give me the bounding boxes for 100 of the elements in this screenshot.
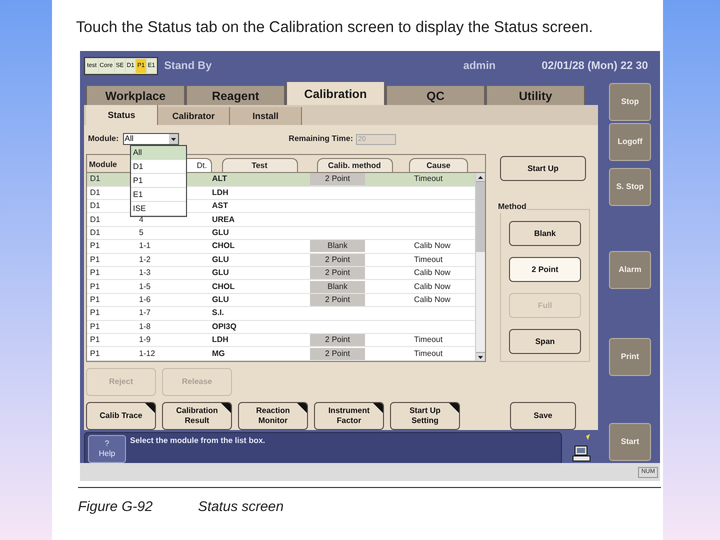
corner-triangle-icon	[145, 403, 155, 414]
table-cell: Timeout	[414, 173, 443, 186]
function-button[interactable]: Save	[510, 402, 576, 430]
date-time: 02/01/28 (Mon) 22 30	[542, 59, 648, 74]
sub-tab[interactable]: Status	[86, 105, 158, 126]
sub-tab[interactable]: Install	[230, 107, 302, 126]
table-row[interactable]: P1 1-3 GLU 2 Point Calib Now	[87, 266, 475, 280]
figure-title: Status screen	[198, 497, 284, 516]
corner-triangle-icon	[221, 403, 231, 414]
method-label: Method	[497, 201, 528, 214]
table-row[interactable]: P1 1-1 CHOL Blank Calib Now	[87, 240, 475, 254]
table-cell: D1	[90, 200, 100, 212]
table-cell: P1	[90, 280, 100, 293]
table-cell: 2 Point	[310, 334, 365, 346]
dropdown-option[interactable]: ISE	[131, 202, 186, 216]
table-row[interactable]: P1 1-9 LDH 2 Point Timeout	[87, 334, 475, 348]
scroll-thumb[interactable]	[476, 182, 485, 252]
table-cell: LDH	[212, 186, 228, 199]
column-header[interactable]: Cause	[409, 158, 468, 172]
table-row[interactable]: P1 1-6 GLU 2 Point Calib Now	[87, 294, 475, 308]
method-button[interactable]: Blank	[509, 221, 581, 246]
table-cell: D1	[90, 186, 100, 199]
user-name: admin	[463, 59, 496, 74]
table-row[interactable]: P1 1-2 GLU 2 Point Timeout	[87, 254, 475, 267]
table-row[interactable]: D1 5 GLU	[87, 226, 475, 240]
corner-triangle-icon	[449, 403, 459, 414]
remaining-time-label: Remaining Time:	[288, 133, 353, 146]
start-up-button[interactable]: Start Up	[500, 156, 586, 182]
table-cell: 1-5	[139, 280, 151, 293]
table-cell: GLU	[212, 227, 229, 239]
module-dropdown[interactable]: All	[122, 133, 179, 146]
main-tab[interactable]: Utility	[486, 85, 585, 106]
table-cell: 1-3	[139, 267, 151, 280]
function-button[interactable]: Reaction Monitor	[238, 402, 308, 430]
scroll-up-icon[interactable]	[478, 176, 483, 179]
table-cell: 1-9	[139, 334, 151, 346]
table-cell: Calib Now	[414, 240, 450, 252]
main-tab[interactable]: Reagent	[186, 85, 285, 106]
method-button[interactable]: Span	[509, 329, 581, 354]
table-cell: 1-8	[139, 320, 151, 333]
table-cell: OPI3Q	[212, 320, 236, 333]
table-cell: LDH	[212, 334, 228, 346]
status-text: Stand By	[164, 59, 212, 74]
function-button[interactable]: Start Up Setting	[390, 402, 460, 430]
main-tab[interactable]: Workplace	[86, 85, 185, 106]
table-cell: 2 Point	[310, 173, 365, 186]
function-button[interactable]: Calibration Result	[162, 402, 232, 430]
table-cell: P1	[90, 348, 100, 360]
table-cell: Blank	[310, 240, 365, 252]
column-header[interactable]: Module	[87, 158, 127, 172]
dropdown-option[interactable]: All	[131, 146, 186, 160]
table-cell: P1	[90, 307, 100, 320]
table-cell: 2 Point	[310, 267, 365, 280]
table-cell: 2 Point	[310, 254, 365, 266]
main-tab[interactable]: Calibration	[286, 81, 385, 106]
column-header[interactable]: Test	[222, 158, 298, 172]
table-cell: Timeout	[414, 334, 443, 346]
table-cell: GLU	[212, 254, 229, 266]
table-row[interactable]: P1 1-12 MG 2 Point Timeout	[87, 347, 475, 361]
table-row[interactable]: P1 1-7 S.I.	[87, 307, 475, 321]
scrollbar[interactable]	[475, 173, 485, 362]
main-tab[interactable]: QC	[386, 85, 485, 106]
table-cell: P1	[90, 334, 100, 346]
table-row[interactable]: P1 1-5 CHOL Blank Calib Now	[87, 280, 475, 294]
method-button[interactable]: 2 Point	[509, 257, 581, 282]
table-cell: 5	[139, 227, 144, 239]
help-button[interactable]: ? Help	[88, 435, 126, 464]
table-cell: D1	[90, 173, 100, 186]
computer-icon[interactable]	[572, 434, 592, 464]
function-button[interactable]: Instrument Factor	[314, 402, 384, 430]
column-header[interactable]: Calib. method	[316, 158, 392, 172]
table-cell: Timeout	[414, 348, 443, 360]
table-cell: P1	[90, 320, 100, 333]
table-cell: 2 Point	[310, 348, 365, 360]
table-row[interactable]: P1 1-8 OPI3Q	[87, 320, 475, 334]
table-cell: D1	[90, 227, 100, 239]
table-cell: P1	[90, 240, 100, 252]
table-cell: Blank	[310, 280, 365, 293]
table-cell: P1	[90, 267, 100, 280]
table-cell: MG	[212, 348, 225, 360]
table-cell: Timeout	[414, 254, 443, 266]
message-text: Select the module from the list box.	[130, 435, 266, 448]
table-cell: D1	[90, 214, 100, 226]
scroll-down-icon[interactable]	[478, 356, 483, 359]
sub-tab[interactable]: Calibrator	[158, 107, 230, 126]
heading-text: Touch the Status tab on the Calibration screen to display the Status screen.	[76, 18, 594, 38]
table-cell: Calib Now	[414, 267, 450, 280]
table-cell: 1-6	[139, 294, 151, 306]
table-cell: 1-1	[139, 240, 151, 252]
table-cell: 1-12	[139, 348, 156, 360]
table-cell: CHOL	[212, 280, 235, 293]
table-cell: 2 Point	[310, 294, 365, 306]
table-cell: Calib Now	[414, 294, 450, 306]
table-cell: S.I.	[212, 307, 224, 320]
table-cell: CHOL	[212, 240, 235, 252]
table-cell: ALT	[212, 173, 227, 186]
table-cell: P1	[90, 294, 100, 306]
caret-icon	[170, 138, 176, 141]
function-button[interactable]: Calib Trace	[86, 402, 156, 430]
corner-triangle-icon	[373, 403, 383, 414]
